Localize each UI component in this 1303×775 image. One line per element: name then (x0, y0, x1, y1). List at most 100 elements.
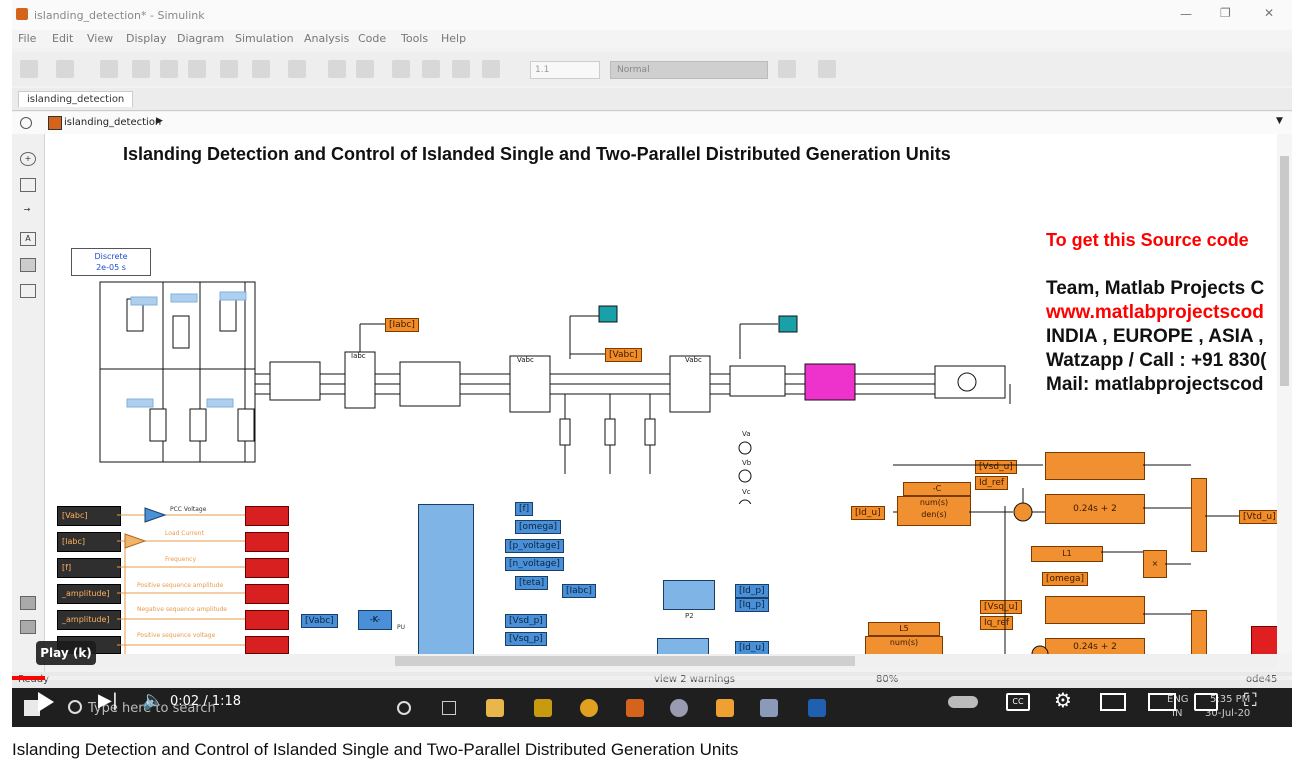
menu-diagram[interactable]: Diagram (177, 32, 224, 45)
menu-code[interactable]: Code (358, 32, 386, 45)
cast-icon[interactable] (1194, 693, 1218, 711)
vertical-scroll-thumb[interactable] (1280, 156, 1289, 386)
goto-vsd-p[interactable]: [Vsd_p] (505, 614, 547, 628)
scope-1 (598, 305, 618, 323)
library-icon[interactable] (220, 60, 238, 78)
restore-button[interactable]: ❐ (1220, 6, 1231, 20)
video-player[interactable]: islanding_detection* - Simulink — ❐ ✕ Fi… (12, 0, 1292, 727)
display-neg-amp[interactable] (245, 610, 289, 630)
display-load[interactable] (245, 532, 289, 552)
goto-id-u[interactable]: [Id_u] (735, 641, 769, 654)
progress-bar[interactable] (12, 676, 1292, 680)
menu-view[interactable]: View (87, 32, 113, 45)
from-iabc-2[interactable]: [Iabc] (562, 584, 596, 598)
vertical-scrollbar[interactable] (1277, 134, 1292, 654)
up-icon[interactable] (188, 60, 206, 78)
play-icon[interactable] (38, 692, 54, 712)
hide-browser-icon[interactable] (20, 117, 32, 129)
goto-vabc[interactable]: [Vabc] (605, 348, 642, 362)
forward-icon[interactable] (160, 60, 178, 78)
autoplay-toggle-icon[interactable] (948, 696, 978, 708)
arrow-icon[interactable]: → (20, 204, 34, 216)
menu-analysis[interactable]: Analysis (304, 32, 349, 45)
analysis-icon[interactable] (818, 60, 836, 78)
display-pos-volt[interactable] (245, 636, 289, 654)
source-label-vc: Vc (742, 488, 751, 496)
source-label-vb: Vb (742, 459, 752, 467)
menu-tools[interactable]: Tools (401, 32, 428, 45)
stop-time-field[interactable]: 1.1 (530, 61, 600, 79)
goto-teta[interactable]: [teta] (515, 576, 549, 590)
display-pos-amp[interactable] (245, 584, 289, 604)
goto-omega[interactable]: [omega] (515, 520, 562, 534)
sim-mode-value: Normal (617, 65, 650, 75)
info-regions: INDIA , EUROPE , ASIA , (1046, 326, 1264, 347)
close-button[interactable]: ✕ (1264, 6, 1274, 20)
model-browser-icon[interactable] (20, 620, 36, 634)
menu-edit[interactable]: Edit (52, 32, 73, 45)
explorer-icon[interactable] (288, 60, 306, 78)
record-icon[interactable] (482, 60, 500, 78)
menu-bar: File Edit View Display Diagram Simulatio… (12, 30, 1292, 48)
theater-mode-icon[interactable] (1148, 693, 1176, 711)
step-forward-icon[interactable] (422, 60, 440, 78)
goto-iabc[interactable]: [Iabc] (385, 318, 419, 332)
breadcrumb[interactable]: islanding_detection (64, 117, 161, 128)
svg-text:Iabc: Iabc (351, 352, 366, 360)
zoom-icon[interactable]: + (20, 152, 36, 166)
next-icon[interactable]: ▶| (98, 690, 118, 711)
camera-icon[interactable] (20, 596, 36, 610)
controller-wires (893, 464, 1239, 654)
save-icon[interactable] (100, 60, 118, 78)
goto-vsq-p[interactable]: [Vsq_p] (505, 632, 547, 646)
sim-mode-select[interactable]: Normal (610, 61, 768, 79)
address-dropdown-icon[interactable]: ▼ (1276, 116, 1283, 126)
goto-p-voltage[interactable]: [p_voltage] (505, 539, 564, 553)
horizontal-scroll-thumb[interactable] (395, 656, 855, 666)
transformer-block-1 (269, 361, 321, 401)
menu-simulation[interactable]: Simulation (235, 32, 294, 45)
display-freq[interactable] (245, 558, 289, 578)
player-controls: ▶| 🔈 0:02 / 1:18 CC ⚙ ⛶ (12, 684, 1292, 724)
back-icon[interactable] (132, 60, 150, 78)
settings-icon[interactable]: ⚙ (1054, 688, 1072, 712)
display-pcc[interactable] (245, 506, 289, 526)
toolbar: 1.1 Normal (12, 52, 1292, 86)
step-icon[interactable] (356, 60, 374, 78)
goto-id-p[interactable]: [Id_p] (735, 584, 769, 598)
measurement-block-2 (509, 355, 551, 413)
minimize-button[interactable]: — (1180, 7, 1192, 21)
abc-to-dq-block[interactable] (663, 580, 715, 610)
scope-label-load: Load Current (165, 530, 204, 537)
goto-iq-p[interactable]: [Iq_p] (735, 598, 769, 612)
menu-file[interactable]: File (18, 32, 36, 45)
abc-to-dq-block-2[interactable] (657, 638, 709, 654)
fullscreen-icon[interactable]: ⛶ (1244, 690, 1257, 711)
stop-icon[interactable] (452, 60, 470, 78)
gain-block[interactable]: -K- (358, 610, 392, 630)
model-canvas[interactable]: Islanding Detection and Control of Islan… (45, 134, 1277, 654)
menu-help[interactable]: Help (441, 32, 466, 45)
from-vabc-2[interactable]: [Vabc] (301, 614, 338, 628)
settings-gear-icon[interactable] (252, 60, 270, 78)
run-icon[interactable] (392, 60, 410, 78)
area-icon[interactable] (20, 284, 36, 298)
new-model-icon[interactable] (20, 60, 38, 78)
annotation-icon[interactable]: A (20, 232, 36, 246)
fit-view-icon[interactable] (20, 178, 36, 192)
horizontal-scrollbar[interactable] (45, 654, 1277, 668)
step-back-icon[interactable] (328, 60, 346, 78)
pll-subsystem[interactable] (418, 504, 474, 654)
info-mail: Mail: matlabprojectscod (1046, 374, 1264, 395)
subtitles-icon[interactable]: CC (1006, 693, 1030, 711)
debug-icon[interactable] (778, 60, 796, 78)
open-icon[interactable] (56, 60, 74, 78)
goto-f[interactable]: [f] (515, 502, 534, 516)
tab-islanding-detection[interactable]: islanding_detection (18, 91, 134, 107)
menu-display[interactable]: Display (126, 32, 167, 45)
miniplayer-icon[interactable] (1100, 693, 1126, 711)
goto-n-voltage[interactable]: [n_voltage] (505, 557, 564, 571)
address-bar: islanding_detection ▶ ▼ (12, 112, 1292, 135)
image-icon[interactable] (20, 258, 36, 272)
volume-icon[interactable]: 🔈 (142, 690, 164, 711)
